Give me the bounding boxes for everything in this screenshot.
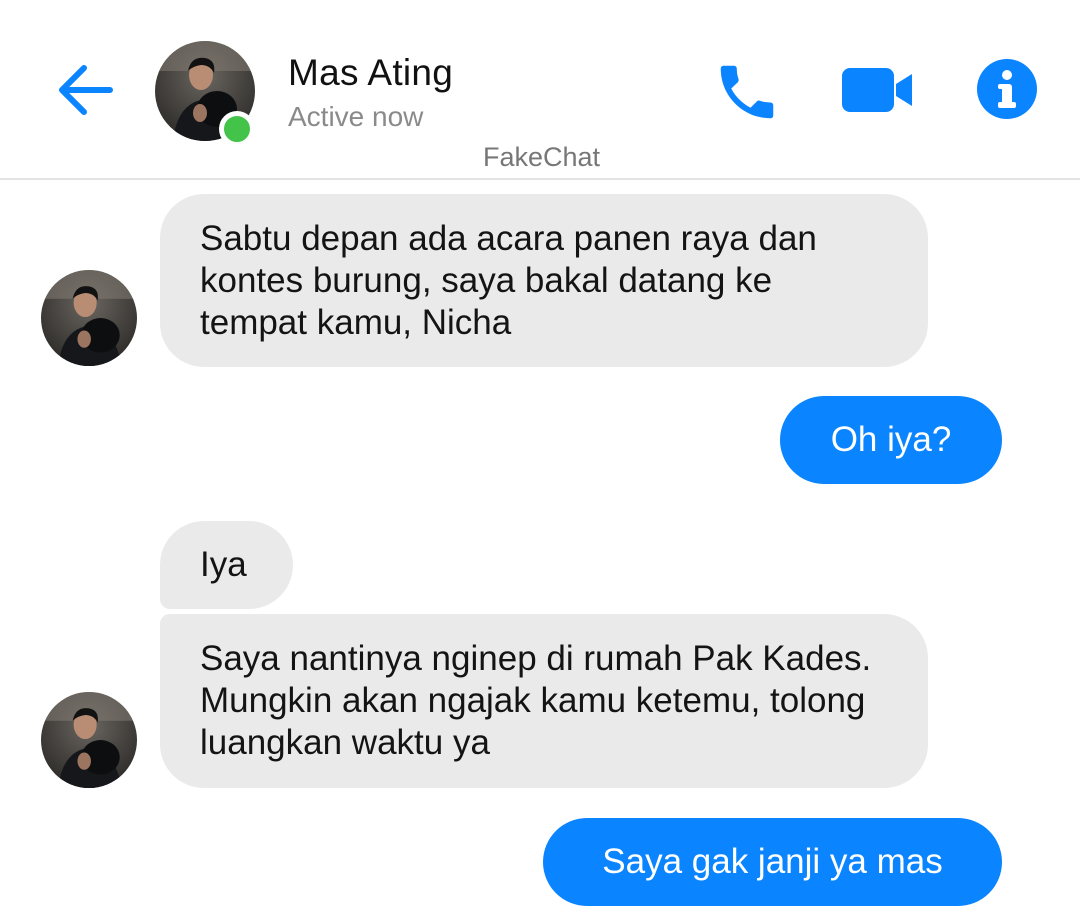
incoming-message[interactable]: Sabtu depan ada acara panen raya dan kon… xyxy=(160,194,928,367)
incoming-message[interactable]: Iya xyxy=(160,521,293,609)
info-button[interactable] xyxy=(976,58,1038,120)
message-text: Iya xyxy=(200,545,247,584)
phone-icon xyxy=(720,65,774,119)
info-icon xyxy=(977,59,1037,119)
arrow-left-icon xyxy=(59,65,113,115)
contact-status: Active now xyxy=(288,101,424,132)
outgoing-message[interactable]: Oh iya? xyxy=(780,396,1002,484)
message-text: Saya nantinya nginep di rumah Pak Kades.… xyxy=(200,639,872,762)
video-call-button[interactable] xyxy=(840,62,914,118)
video-camera-icon xyxy=(842,68,912,112)
incoming-message[interactable]: Saya nantinya nginep di rumah Pak Kades.… xyxy=(160,614,928,788)
call-button[interactable] xyxy=(712,57,782,127)
message-text: Saya gak janji ya mas xyxy=(602,842,943,881)
message-text: Oh iya? xyxy=(830,420,952,459)
chat-header: Mas Ating Active now FakeChat xyxy=(0,0,1080,180)
back-button[interactable] xyxy=(54,58,118,122)
contact-name[interactable]: Mas Ating xyxy=(288,52,453,94)
message-avatar[interactable] xyxy=(41,270,137,366)
message-avatar[interactable] xyxy=(41,692,137,788)
watermark: FakeChat xyxy=(482,142,601,172)
outgoing-message[interactable]: Saya gak janji ya mas xyxy=(543,818,1002,906)
message-text: Sabtu depan ada acara panen raya dan kon… xyxy=(200,218,817,342)
